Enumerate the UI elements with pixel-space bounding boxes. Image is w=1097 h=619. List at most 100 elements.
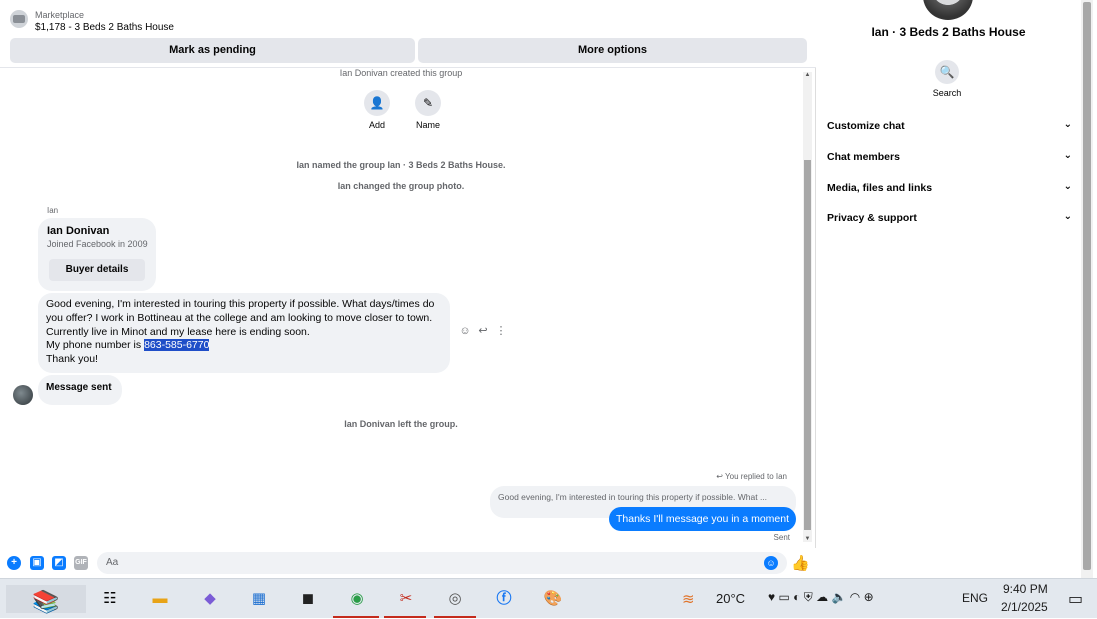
search-icon: 🔍 [939,65,955,79]
battery-icon[interactable]: ▭ [778,590,789,604]
search-button[interactable]: 🔍 [935,60,959,84]
cloud-off-icon[interactable]: ☁ [816,590,828,604]
chevron-down-icon: ⌄ [1063,181,1072,192]
more-options-button[interactable]: More options [418,38,807,63]
message-input[interactable]: Aa [97,552,787,574]
scroll-down-icon[interactable]: ▼ [803,536,812,542]
message-line: My phone number is 863-585-6770 [46,339,442,353]
phone-prefix: My phone number is [46,339,145,352]
file-explorer-icon[interactable]: ▬ [146,585,174,613]
replied-indicator: ↩ You replied to Ian [716,472,787,481]
name-group-button[interactable]: ✎ [415,90,441,116]
chat-info-panel: Ian · 3 Beds 2 Baths House 🔍 Search Cust… [816,0,1081,578]
add-person-icon: 👤 [369,96,385,110]
chevron-down-icon: ⌄ [1063,119,1072,130]
notification-icon[interactable]: ▭ [1068,589,1083,609]
menu-label: Media, files and links [827,182,933,194]
vpn-icon[interactable]: ♥ [768,590,775,604]
like-icon[interactable]: 👍 [791,554,810,572]
menu-media-files-links[interactable]: Media, files and links ⌄ [827,181,1072,194]
tray-icons[interactable]: ♥ ▭ ◐ ⛨ ☁ 🔈 ◠ ⊕ [768,590,874,605]
mark-as-pending-button[interactable]: Mark as pending [10,38,415,63]
phone-number[interactable]: 863-585-6770 [144,339,210,352]
message-actions: ☺ ↩ ⋮ [456,324,510,337]
pencil-icon: ✎ [422,96,434,110]
buyer-name: Ian Donivan [47,225,110,237]
add-people-button[interactable]: 👤 [364,90,390,116]
scroll-up-icon[interactable]: ▲ [803,72,812,78]
react-emoji-icon[interactable]: ☺ [456,325,474,337]
message-line: Thank you! [46,353,98,366]
message-line: you offer? I work in Bottineau at the co… [46,311,433,324]
scroll-thumb[interactable] [804,160,811,530]
shield-icon[interactable]: ⛨ [804,590,813,604]
menu-label: Chat members [827,151,900,163]
copilot-icon[interactable]: ◆ [196,585,224,613]
sender-avatar[interactable] [13,385,33,405]
paint-icon[interactable]: 🎨 [539,585,567,613]
facebook-icon[interactable]: ⓕ [490,585,518,613]
panel-scrollbar[interactable] [1081,0,1093,578]
listing-thumbnail[interactable] [10,10,28,28]
more-dots-icon[interactable]: ⋮ [492,324,510,337]
reply-icon[interactable]: ↩ [474,324,492,337]
weather-icon[interactable]: ≋ [682,590,695,608]
left-group-notice: Ian Donivan left the group. [344,419,458,429]
wifi-icon[interactable]: ◠ [850,590,860,604]
group-named-notice: Ian named the group Ian · 3 Beds 2 Baths… [296,160,506,170]
menu-privacy-support[interactable]: Privacy & support ⌄ [827,211,1072,224]
add-label: Add [368,120,385,130]
name-label: Name [415,120,440,130]
store-icon[interactable]: ▦ [245,585,273,613]
menu-customize-chat[interactable]: Customize chat ⌄ [827,119,1072,132]
chrome-profile-icon[interactable]: ◎ [441,585,469,613]
listing-title[interactable]: $1,178 - 3 Beds 2 Baths House [35,22,174,33]
sticker-icon[interactable]: ◩ [52,556,66,570]
chevron-down-icon: ⌄ [1063,150,1072,161]
sent-status: Sent [773,533,790,542]
group-photo-notice: Ian changed the group photo. [337,181,465,191]
chevron-down-icon: ⌄ [1063,211,1072,222]
volume-icon[interactable]: 🔈 [831,590,846,604]
message-line: Currently live in Minot and my lease her… [46,325,310,338]
menu-label: Privacy & support [827,212,917,224]
emoji-icon[interactable]: ☺ [764,556,778,570]
buyer-details-button[interactable]: Buyer details [49,259,145,281]
chrome-icon[interactable]: ◉ [343,585,371,613]
language-indicator[interactable]: ENG [962,591,988,605]
meet-now-icon[interactable]: ⊕ [864,590,874,604]
search-label: Search [932,88,962,98]
group-avatar[interactable] [923,0,973,20]
menu-chat-members[interactable]: Chat members ⌄ [827,150,1072,163]
gif-icon[interactable]: GIF [74,556,88,570]
reply-arrow-icon: ↩ [716,472,726,481]
group-title: Ian · 3 Beds 2 Baths House [871,25,1026,39]
antivirus-icon[interactable]: ◐ [793,590,800,604]
message-thread[interactable]: Ian Donivan created this group 👤 Add ✎ N… [0,68,802,548]
incoming-message[interactable]: Good evening, I'm interested in touring … [38,293,450,373]
temperature[interactable]: 20°C [716,591,745,606]
clock-date[interactable]: 2/1/2025 [1001,600,1048,614]
clock-time[interactable]: 9:40 PM [1003,582,1048,596]
message-sent-bubble[interactable]: Message sent [38,375,122,405]
snipping-tool-icon[interactable]: ✂ [392,585,420,613]
message-line: Good evening, I'm interested in touring … [46,298,435,310]
panel-scroll-thumb[interactable] [1083,2,1091,570]
outgoing-message[interactable]: Thanks I'll message you in a moment [609,507,796,531]
composer: + ▣ ◩ GIF Aa ☺ 👍 [0,548,816,578]
listing-header: Marketplace $1,178 - 3 Beds 2 Baths Hous… [0,0,816,68]
marketplace-label: Marketplace [35,10,85,20]
messenger-window: Marketplace $1,178 - 3 Beds 2 Baths Hous… [0,0,1097,578]
photo-icon[interactable]: ▣ [30,556,44,570]
widgets-books-icon[interactable]: 📚 [6,585,86,614]
group-created-notice: Ian Donivan created this group [339,68,463,78]
chat-pane: Marketplace $1,178 - 3 Beds 2 Baths Hous… [0,0,816,578]
sticky-notes-icon[interactable]: ◼ [294,585,322,613]
thread-scrollbar[interactable]: ▲ ▼ [803,72,812,542]
sender-name: Ian [47,206,59,215]
plus-icon[interactable]: + [7,556,21,570]
menu-label: Customize chat [827,120,905,132]
task-view-icon[interactable]: ☷ [96,585,124,613]
taskbar: 📚 ☷ ▬ ◆ ▦ ◼ ◉ ✂ ◎ ⓕ 🎨 ≋ 20°C ♥ ▭ ◐ ⛨ ☁ 🔈… [0,578,1097,618]
buyer-joined: Joined Facebook in 2009 [47,239,148,249]
